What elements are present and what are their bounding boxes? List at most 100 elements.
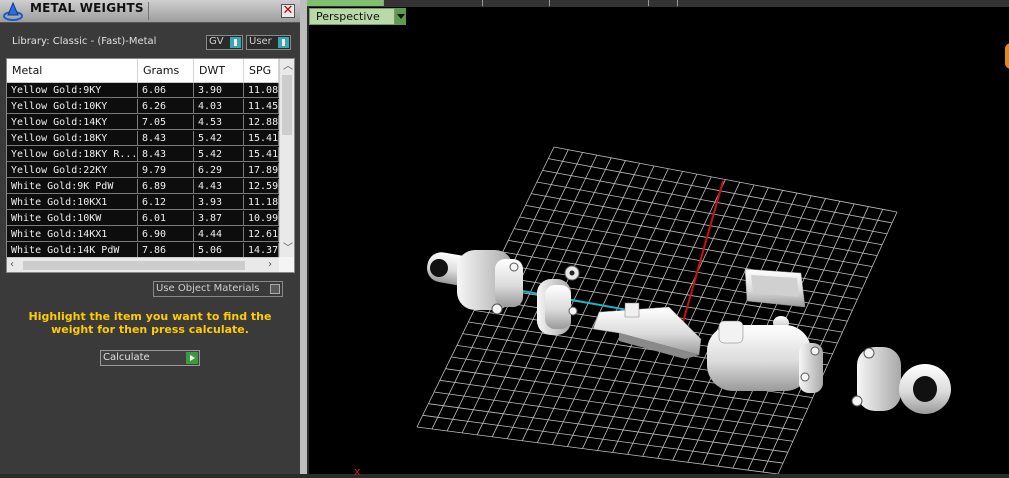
app-logo-icon — [3, 1, 23, 21]
viewport-tab[interactable] — [384, 0, 483, 6]
panel-divider[interactable] — [300, 0, 307, 474]
play-arrow-icon — [186, 352, 198, 364]
axis-label: x — [354, 465, 361, 478]
cell-dwt: 3.90 — [194, 83, 244, 98]
cell-metal: White Gold:10KW — [7, 211, 138, 226]
orange-indicator — [1005, 43, 1009, 69]
viewport-tab[interactable] — [649, 0, 678, 6]
table-row[interactable]: White Gold:14KX1 6.90 4.44 12.61 — [7, 227, 279, 243]
viewport-tab-strip — [307, 0, 1009, 7]
scroll-down-icon[interactable]: ﹀ — [283, 244, 293, 254]
cell-spg: 14.37 — [244, 243, 279, 258]
viewport-tab[interactable] — [550, 0, 649, 6]
cell-metal: Yellow Gold:9KY — [7, 83, 138, 98]
use-object-materials-toggle[interactable]: Use Object Materials — [153, 281, 283, 297]
cell-spg: 12.88 — [244, 115, 279, 130]
vertical-scrollbar[interactable]: ︿ ﹀ — [279, 59, 294, 257]
horizontal-scroll-thumb[interactable] — [23, 261, 245, 270]
cell-grams: 8.43 — [138, 131, 194, 146]
use-object-materials-label: Use Object Materials — [156, 283, 260, 294]
cell-grams: 6.06 — [138, 83, 194, 98]
cell-metal: White Gold:14K PdW — [7, 243, 138, 258]
table-row[interactable]: White Gold:10KX1 6.12 3.93 11.18 — [7, 195, 279, 211]
user-dropdown-label: User — [249, 36, 272, 47]
scroll-up-icon[interactable]: ︿ — [283, 62, 293, 72]
cell-grams: 6.90 — [138, 227, 194, 242]
scene-canvas[interactable] — [309, 7, 1009, 474]
column-header-dwt[interactable]: DWT — [194, 59, 244, 82]
right-end-cap-part[interactable] — [851, 347, 951, 414]
3d-viewport[interactable]: Perspective x — [309, 7, 1009, 478]
metal-weights-panel: METAL WEIGHTS ✕ Library: Classic - (Fast… — [0, 0, 300, 474]
cell-dwt: 3.93 — [194, 195, 244, 210]
vertical-scroll-thumb[interactable] — [282, 75, 292, 135]
metal-table[interactable]: Metal Grams DWT SPG Yellow Gold:9KY 6.06 3… — [6, 58, 295, 273]
cell-spg: 11.18 — [244, 195, 279, 210]
user-dropdown[interactable]: User — [246, 35, 291, 50]
viewport-tab[interactable] — [307, 0, 384, 6]
cell-grams: 6.89 — [138, 179, 194, 194]
cell-spg: 11.45 — [244, 99, 279, 114]
cell-spg: 12.59 — [244, 179, 279, 194]
cell-metal: White Gold:14KX1 — [7, 227, 138, 242]
table-row[interactable]: White Gold:9K PdW 6.89 4.43 12.59 — [7, 179, 279, 195]
left-end-cap-part[interactable] — [425, 250, 523, 315]
calculate-button[interactable]: Calculate — [100, 350, 200, 366]
panel-titlebar[interactable]: METAL WEIGHTS ✕ — [0, 0, 300, 23]
cell-metal: White Gold:9K PdW — [7, 179, 138, 194]
column-header-metal[interactable]: Metal — [7, 59, 138, 82]
title-separator — [148, 2, 149, 20]
gv-dropdown-arrow-icon — [230, 37, 241, 48]
cell-metal: Yellow Gold:22KY — [7, 163, 138, 178]
cell-grams: 7.05 — [138, 115, 194, 130]
cell-metal: White Gold:10KX1 — [7, 195, 138, 210]
column-header-grams[interactable]: Grams — [138, 59, 194, 82]
user-dropdown-arrow-icon — [278, 37, 289, 48]
cell-spg: 10.99 — [244, 211, 279, 226]
gv-dropdown-label: GV — [209, 36, 224, 47]
cell-grams: 9.79 — [138, 163, 194, 178]
panel-title: METAL WEIGHTS — [30, 1, 144, 15]
table-row[interactable]: Yellow Gold:22KY 9.79 6.29 17.89 — [7, 163, 279, 179]
library-label: Library: Classic - (Fast)-Metal — [12, 36, 157, 47]
close-button[interactable]: ✕ — [281, 4, 295, 18]
cell-dwt: 5.42 — [194, 147, 244, 162]
cylinder-body-part[interactable] — [707, 320, 823, 393]
table-row[interactable]: Yellow Gold:18KY R... 8.43 5.42 15.41 — [7, 147, 279, 163]
cell-dwt: 4.53 — [194, 115, 244, 130]
cell-spg: 12.61 — [244, 227, 279, 242]
horizontal-scrollbar[interactable]: ‹ › — [7, 257, 279, 272]
calculate-label: Calculate — [103, 352, 150, 363]
instruction-hint: Highlight the item you want to find the … — [28, 310, 272, 336]
cell-grams: 6.01 — [138, 211, 194, 226]
cell-dwt: 4.44 — [194, 227, 244, 242]
cell-spg: 15.41 — [244, 131, 279, 146]
column-header-spg[interactable]: SPG — [244, 59, 279, 82]
cell-dwt: 4.43 — [194, 179, 244, 194]
table-row[interactable]: Yellow Gold:18KY 8.43 5.42 15.41 — [7, 131, 279, 147]
cell-dwt: 4.03 — [194, 99, 244, 114]
cell-dwt: 5.42 — [194, 131, 244, 146]
clasp-tongue-part[interactable] — [592, 302, 702, 359]
cell-dwt: 5.06 — [194, 243, 244, 258]
cell-spg: 17.89 — [244, 163, 279, 178]
scroll-left-icon[interactable]: ‹ — [10, 260, 14, 270]
perspective-view-button[interactable]: Perspective — [309, 8, 395, 25]
viewport-tab[interactable] — [483, 0, 550, 6]
cell-dwt: 3.87 — [194, 211, 244, 226]
table-row[interactable]: White Gold:10KW 6.01 3.87 10.99 — [7, 211, 279, 227]
small-bar-part[interactable] — [744, 268, 806, 330]
scroll-right-icon[interactable]: › — [268, 260, 272, 270]
table-row[interactable]: Yellow Gold:14KY 7.05 4.53 12.88 — [7, 115, 279, 131]
gv-dropdown[interactable]: GV — [206, 35, 243, 50]
use-object-materials-checkbox[interactable] — [270, 284, 280, 294]
cell-metal: Yellow Gold:18KY R... — [7, 147, 138, 162]
cell-grams: 7.86 — [138, 243, 194, 258]
view-dropdown-arrow-icon[interactable] — [395, 8, 406, 25]
table-row[interactable]: Yellow Gold:10KY 6.26 4.03 11.45 — [7, 99, 279, 115]
table-row[interactable]: Yellow Gold:9KY 6.06 3.90 11.08 — [7, 83, 279, 99]
cell-grams: 8.43 — [138, 147, 194, 162]
cell-metal: Yellow Gold:10KY — [7, 99, 138, 114]
table-header: Metal Grams DWT SPG — [7, 59, 279, 83]
cell-grams: 6.12 — [138, 195, 194, 210]
